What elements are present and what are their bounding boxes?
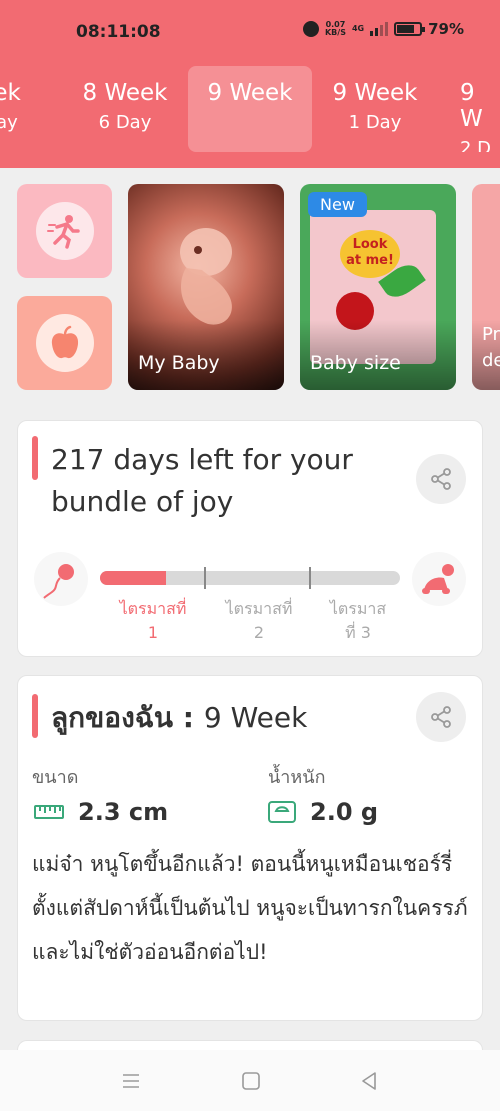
signal-icon	[370, 22, 389, 36]
next-card-label-1: Pr	[482, 324, 500, 345]
trimester-tick	[204, 567, 206, 589]
share-icon	[431, 706, 451, 728]
exercise-tile-circle	[36, 202, 94, 260]
back-icon[interactable]	[358, 1070, 380, 1092]
system-nav-bar	[0, 1050, 500, 1111]
share-button[interactable]	[416, 454, 466, 504]
trimester-label-line2: ที่ 3	[345, 623, 371, 642]
home-icon[interactable]	[240, 1070, 262, 1092]
status-bar: 08:11:08 0.07 KB/S 4G 79%	[0, 0, 500, 64]
fetus-image	[180, 228, 232, 325]
week-tab-title: 9 Week	[207, 80, 293, 106]
week-tab-day: 1 Day	[348, 112, 402, 133]
share-button[interactable]	[416, 692, 466, 742]
status-icons: 0.07 KB/S 4G 79%	[302, 20, 464, 38]
accent-bar	[32, 694, 38, 738]
my-baby-label: My Baby	[138, 352, 220, 374]
sperm-graphic	[43, 564, 74, 599]
bubble-text-2: at me!	[346, 253, 394, 268]
network-speed-unit: KB/S	[324, 28, 346, 37]
scale-icon	[268, 801, 296, 823]
week-tab-title: 8 Week	[82, 80, 168, 106]
next-card-label: Pr de	[482, 322, 500, 374]
share-icon	[431, 468, 451, 490]
menu-icon[interactable]	[120, 1070, 142, 1092]
trimester-label-line1: ไตรมาสที่	[225, 599, 293, 618]
week-selector: eek Day 8 Week 6 Day 9 Week 9 Week 1 Day…	[0, 66, 500, 156]
days-left-title: 217 days left for your bundle of joy	[51, 443, 353, 518]
look-at-me-bubble: Look at me!	[340, 230, 400, 278]
baby-week-value: 9 Week	[203, 701, 308, 734]
new-badge: New	[308, 192, 367, 217]
nutrition-tile-circle	[36, 314, 94, 372]
battery-icon	[394, 22, 426, 36]
network-type: 4G	[351, 24, 365, 33]
week-tab-day: Day	[0, 112, 18, 133]
header: 08:11:08 0.07KB/S 4G 79% eek Day 8 Week …	[0, 0, 500, 168]
week-tab-selected[interactable]: 9 Week	[188, 66, 312, 152]
baby-description: แม่จ๋า หนูโตขึ้นอีกแล้ว! ตอนนี้หนูเหมือน…	[32, 852, 468, 964]
week-tab-title: 9 Week	[332, 80, 418, 106]
status-time: 08:11:08	[76, 22, 161, 42]
baby-title-label: ลูกของฉัน :	[51, 701, 194, 734]
weight-value-row: 2.0 g	[268, 798, 378, 826]
baby-info-card: ลูกของฉัน : 9 Week ขนาด น้ำหนัก 2.3 cm 2.…	[17, 675, 483, 1021]
week-tab[interactable]: 9 Week 1 Day	[313, 66, 437, 152]
apple-icon	[51, 325, 79, 359]
bubble-text-1: Look	[352, 237, 388, 252]
trimester-progress-bar	[100, 567, 400, 589]
week-tab-title: eek	[0, 80, 21, 106]
trimester-label-line1: ไตรมาส	[329, 599, 387, 618]
baby-size-label: Baby size	[310, 352, 401, 374]
baby-crawling-icon	[412, 552, 466, 606]
countdown-card: 217 days left for your bundle of joy ไตร…	[17, 420, 483, 657]
trimester-tick	[309, 567, 311, 589]
progress-fill	[100, 571, 166, 585]
next-card-label-2: de	[482, 350, 500, 371]
baby-graphic	[422, 564, 454, 594]
next-card[interactable]: Pr de	[472, 184, 500, 390]
trimester-1-label: ไตรมาสที่ 1	[108, 597, 198, 645]
size-value-row: 2.3 cm	[34, 798, 168, 826]
trimester-3-label: ไตรมาส ที่ 3	[313, 597, 403, 645]
week-tab[interactable]: eek Day	[0, 66, 62, 152]
weight-value: 2.0 g	[310, 798, 379, 826]
ruler-icon	[34, 805, 64, 819]
alarm-icon	[302, 21, 319, 37]
network-speed: 0.07 KB/S	[325, 21, 346, 37]
my-baby-card[interactable]: My Baby	[128, 184, 284, 390]
size-label: ขนาด	[32, 767, 79, 788]
nutrition-tile[interactable]	[17, 296, 112, 390]
battery-percent: 79%	[428, 20, 464, 38]
week-tab-title: 9 W	[460, 80, 483, 132]
week-tab-day: 6 Day	[98, 112, 152, 133]
running-person-icon	[47, 215, 80, 249]
trimester-label-line1: ไตรมาสที่	[119, 599, 187, 618]
week-tab[interactable]: 8 Week 6 Day	[63, 66, 187, 152]
accent-bar	[32, 436, 38, 480]
baby-size-card[interactable]: Look at me! New Baby size	[300, 184, 456, 390]
weight-label: น้ำหนัก	[268, 767, 326, 788]
week-tab-day: 2 D	[460, 138, 492, 152]
size-value: 2.3 cm	[78, 798, 169, 826]
week-tab[interactable]: 9 W 2 D	[438, 66, 500, 152]
trimester-label-line2: 2	[253, 623, 265, 642]
baby-week-title: ลูกของฉัน : 9 Week	[51, 696, 307, 740]
exercise-tile[interactable]	[17, 184, 112, 278]
sperm-icon	[34, 552, 88, 606]
trimester-label-line2: 1	[147, 623, 159, 642]
trimester-2-label: ไตรมาสที่ 2	[214, 597, 304, 645]
